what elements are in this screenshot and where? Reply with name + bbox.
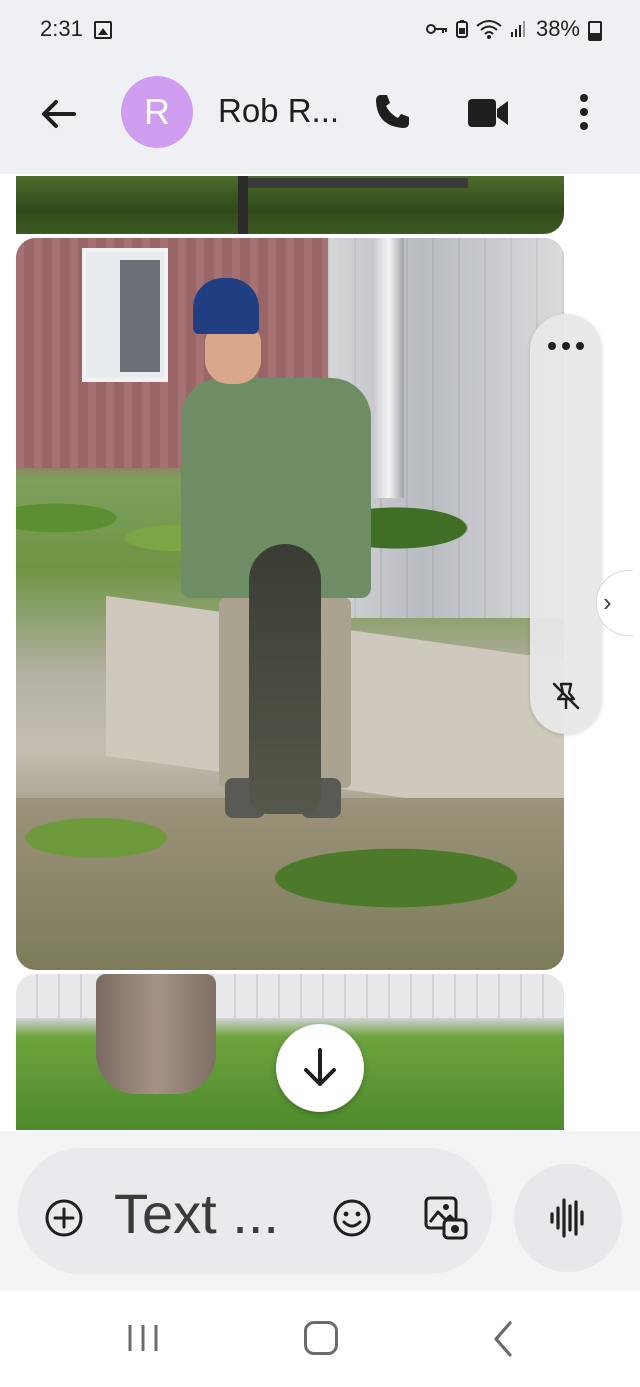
status-time: 2:31 bbox=[40, 16, 83, 41]
message-composer bbox=[18, 1148, 492, 1274]
back-arrow-icon[interactable] bbox=[36, 92, 80, 136]
arrow-down-icon bbox=[304, 1048, 336, 1086]
recent-apps-icon[interactable] bbox=[124, 1323, 162, 1353]
home-icon[interactable] bbox=[304, 1321, 338, 1355]
gallery-icon[interactable] bbox=[422, 1194, 470, 1242]
signal-icon bbox=[510, 21, 525, 37]
emoji-icon[interactable] bbox=[332, 1198, 372, 1238]
voice-record-button[interactable] bbox=[514, 1164, 622, 1272]
battery-percentage: 38% bbox=[535, 16, 580, 41]
status-icons: 38% bbox=[425, 16, 602, 42]
chevron-right-icon: › bbox=[603, 587, 612, 617]
more-horizontal-icon[interactable] bbox=[546, 340, 586, 352]
system-navigation-bar bbox=[0, 1291, 640, 1387]
nav-back-icon[interactable] bbox=[488, 1319, 518, 1359]
media-options-pill bbox=[530, 314, 602, 734]
photo-content bbox=[96, 974, 216, 1094]
avatar-letter: R bbox=[144, 91, 170, 132]
plus-circle-icon[interactable] bbox=[44, 1198, 84, 1238]
status-bar: 2:31 38% bbox=[0, 0, 640, 62]
phone-icon[interactable] bbox=[372, 92, 412, 132]
key-icon bbox=[425, 24, 447, 34]
wifi-icon bbox=[476, 20, 502, 39]
photo-subject bbox=[181, 278, 371, 858]
photo-content bbox=[82, 248, 168, 382]
contact-name[interactable]: Rob R... bbox=[218, 92, 339, 130]
voice-waveform-icon bbox=[550, 1198, 584, 1238]
scroll-down-button[interactable] bbox=[276, 1024, 364, 1112]
photo-attachment[interactable] bbox=[16, 176, 564, 234]
more-vertical-icon[interactable] bbox=[570, 90, 598, 134]
video-camera-icon[interactable] bbox=[466, 96, 510, 130]
photo-attachment[interactable] bbox=[16, 238, 564, 970]
gallery-notification-icon bbox=[94, 21, 112, 39]
battery-icon bbox=[588, 21, 602, 41]
conversation-header: R Rob R... bbox=[0, 62, 640, 174]
message-input[interactable] bbox=[114, 1178, 304, 1248]
battery-saver-icon bbox=[455, 20, 468, 38]
contact-avatar[interactable]: R bbox=[121, 76, 193, 148]
unpin-icon[interactable] bbox=[550, 680, 582, 712]
